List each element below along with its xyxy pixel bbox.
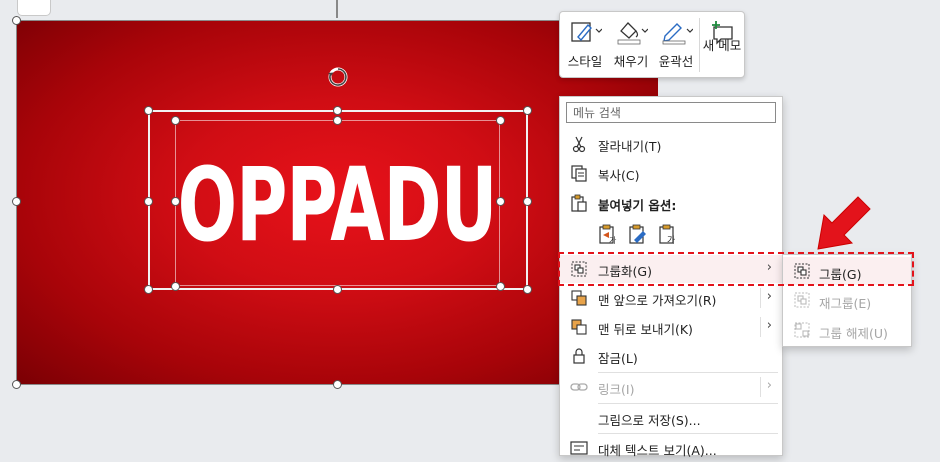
menu-item-alt-text[interactable]: 대체 텍스트 보기(A)... xyxy=(560,434,782,462)
menu-item-cut[interactable]: 잘라내기(T) xyxy=(560,130,782,158)
lock-label: 잠금(L) xyxy=(598,351,638,366)
fill-button[interactable]: 채우기 xyxy=(610,16,652,74)
resize-handle[interactable] xyxy=(523,197,532,206)
link-label: 링크(I) xyxy=(598,382,635,397)
resize-handle[interactable] xyxy=(333,106,342,115)
highlight-dashed-box xyxy=(558,252,914,286)
resize-handle[interactable] xyxy=(496,282,505,291)
resize-handle[interactable] xyxy=(333,380,342,389)
style-button[interactable]: 스타일 xyxy=(564,16,606,74)
resize-handle[interactable] xyxy=(144,106,153,115)
chevron-right-icon[interactable]: › xyxy=(767,289,772,304)
mini-toolbar: 스타일 채우기 윤곽선 새 메모 xyxy=(559,11,745,78)
menu-item-lock[interactable]: 잠금(L) xyxy=(560,342,782,370)
paste-use-theme-icon[interactable] xyxy=(628,223,648,245)
cut-label: 잘라내기(T) xyxy=(598,139,662,154)
copy-icon xyxy=(571,165,587,182)
resize-handle[interactable] xyxy=(496,197,505,206)
chevron-right-icon: › xyxy=(766,378,772,393)
submenu-regroup-label: 재그룹(E) xyxy=(819,296,872,311)
lock-icon xyxy=(573,348,585,364)
paste-options-label: 붙여넣기 옵션: xyxy=(598,198,677,213)
new-note-button[interactable]: 새 메모 xyxy=(700,16,744,74)
paste-text-only-icon[interactable]: 가 xyxy=(658,223,678,245)
resize-handle[interactable] xyxy=(171,282,180,291)
menu-item-paste-options: 붙여넣기 옵션: xyxy=(560,189,782,217)
new-note-label: 새 메모 xyxy=(702,38,742,53)
split-divider xyxy=(760,377,761,397)
layout-options-button[interactable] xyxy=(17,0,51,16)
paste-keep-format-icon[interactable]: 가 xyxy=(598,223,618,245)
alt-text-label: 대체 텍스트 보기(A)... xyxy=(598,443,717,458)
resize-handle[interactable] xyxy=(333,285,342,294)
chevron-right-icon[interactable]: › xyxy=(767,318,772,333)
outline-button[interactable]: 윤곽선 xyxy=(654,16,698,74)
submenu-ungroup-label: 그룹 해제(U) xyxy=(819,326,888,341)
fill-bucket-icon xyxy=(617,22,648,45)
rotate-handle-icon[interactable] xyxy=(327,66,349,88)
selection-connector xyxy=(336,0,338,18)
menu-item-copy[interactable]: 복사(C) xyxy=(560,159,782,187)
outline-pen-icon xyxy=(662,23,693,45)
resize-handle[interactable] xyxy=(12,197,21,206)
split-divider xyxy=(760,288,761,308)
alt-text-icon xyxy=(570,441,588,455)
menu-item-link: 링크(I) › xyxy=(560,373,782,401)
regroup-icon xyxy=(794,292,810,308)
send-to-back-icon xyxy=(571,319,587,335)
resize-handle[interactable] xyxy=(12,16,21,25)
menu-item-save-as-picture[interactable]: 그림으로 저장(S)... xyxy=(560,404,782,432)
split-divider xyxy=(760,317,761,337)
resize-handle[interactable] xyxy=(144,197,153,206)
bring-to-front-icon xyxy=(571,290,587,306)
resize-handle[interactable] xyxy=(333,116,342,125)
submenu-item-regroup: 재그룹(E) xyxy=(783,286,911,314)
shape-style-icon xyxy=(571,22,602,42)
clipboard-icon xyxy=(571,194,587,212)
paste-text-only-icon-text: 가 xyxy=(667,235,675,245)
menu-item-send-back[interactable]: 맨 뒤로 보내기(K) › xyxy=(560,313,782,341)
pointer-arrow-icon xyxy=(817,196,871,250)
resize-handle[interactable] xyxy=(523,285,532,294)
ungroup-icon xyxy=(794,322,810,338)
outline-label: 윤곽선 xyxy=(658,54,694,69)
fill-label: 채우기 xyxy=(613,54,649,69)
slide-title-text[interactable]: OPPADU xyxy=(176,126,498,284)
resize-handle[interactable] xyxy=(144,285,153,294)
menu-search-input[interactable] xyxy=(566,102,776,123)
resize-handle[interactable] xyxy=(523,106,532,115)
link-icon xyxy=(570,383,588,391)
save-as-picture-label: 그림으로 저장(S)... xyxy=(598,413,701,428)
style-label: 스타일 xyxy=(567,54,603,69)
resize-handle[interactable] xyxy=(171,116,180,125)
resize-handle[interactable] xyxy=(12,380,21,389)
scissors-icon xyxy=(572,136,586,153)
send-back-label: 맨 뒤로 보내기(K) xyxy=(598,322,693,337)
menu-item-bring-front[interactable]: 맨 앞으로 가져오기(R) › xyxy=(560,284,782,312)
resize-handle[interactable] xyxy=(496,116,505,125)
copy-label: 복사(C) xyxy=(598,168,640,183)
submenu-item-ungroup: 그룹 해제(U) xyxy=(783,316,911,344)
paste-keep-format-icon-text: 가 xyxy=(609,236,617,245)
resize-handle[interactable] xyxy=(171,197,180,206)
bring-front-label: 맨 앞으로 가져오기(R) xyxy=(598,293,717,308)
